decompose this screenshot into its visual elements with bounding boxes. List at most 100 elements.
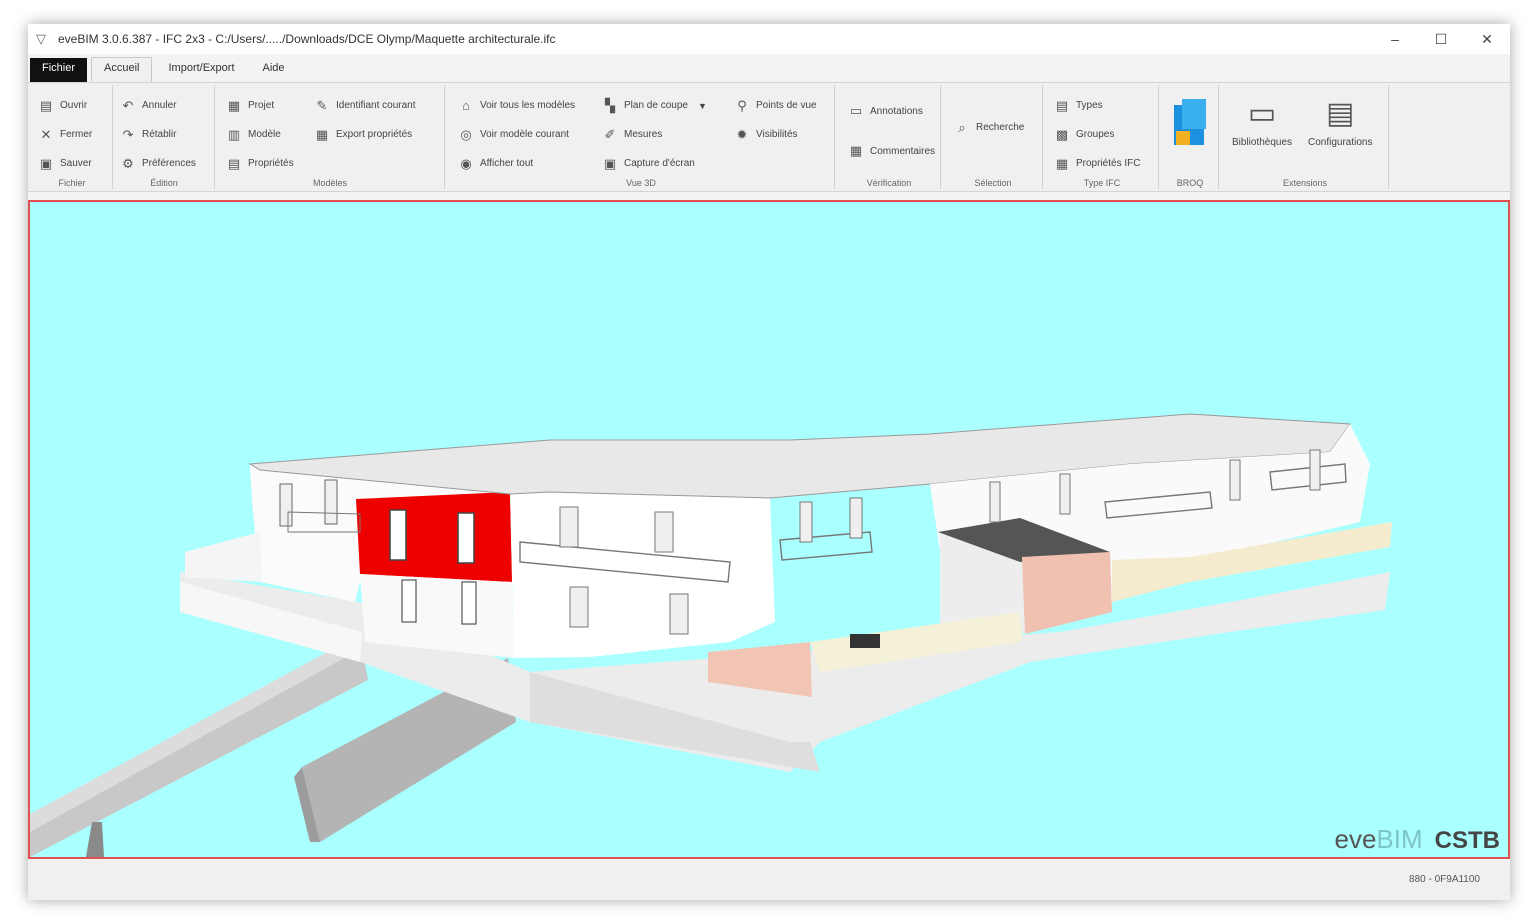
ribbon-group-extensions: ▭ Bibliothèques ▤ Configurations Extensi… [1222,85,1389,189]
ribbon-group-modeles: ▦ Projet ▥ Modèle ▤ Propriétés ✎ Identifiant… [216,85,445,189]
groups-button[interactable]: ▩ Groupes [1054,120,1140,149]
section-plane-button[interactable]: ▚ Plan de coupe ▼ [602,91,707,120]
undo-label: Annuler [142,100,177,111]
annotation-icon: ▭ [849,103,863,118]
screenshot-button[interactable]: ▣ Capture d'écran [602,149,707,178]
configurations-label: Configurations [1308,137,1373,148]
tab-fichier[interactable]: Fichier [30,58,88,82]
selected-element [356,492,512,582]
logo-bim-text: BIM [1376,824,1423,854]
tab-aide[interactable]: Aide [251,58,297,82]
visibility-icon: ✹ [736,126,748,142]
library-icon: ▭ [1247,96,1277,130]
export-properties-label: Export propriétés [336,129,413,140]
types-button[interactable]: ▤ Types [1054,91,1140,120]
target-icon: ◎ [460,126,472,142]
configuration-icon: ▤ [1326,96,1355,130]
ribbon-group-selection: ⌕ Recherche Sélection [944,85,1043,189]
search-button[interactable]: ⌕ Recherche [954,113,1024,142]
broq-button[interactable] [1170,97,1210,153]
comments-button[interactable]: ▦ Commentaires [848,131,935,171]
model-button[interactable]: ▥ Modèle [226,120,294,149]
measures-label: Mesures [624,129,663,140]
table-icon: ▥ [227,126,241,142]
ribbon-group-label: Fichier [58,178,86,188]
visibilities-label: Visibilités [756,129,798,140]
types-icon: ▤ [1055,97,1069,113]
ribbon-group-label: Extensions [1282,178,1328,188]
search-icon: ⌕ [958,119,966,135]
show-current-model-button[interactable]: ◎ Voir modèle courant [458,120,575,149]
viewpoints-label: Points de vue [756,100,817,111]
menu-bar: Fichier Accueil Import/Export Aide [28,56,1510,82]
ribbon: ▤ Ouvrir ✕ Fermer ▣ Sauver Fichier ↶ Annuler… [28,82,1510,192]
save-button[interactable]: ▣ Sauver [38,149,92,178]
ribbon-group-label: Édition [150,178,178,188]
project-button[interactable]: ▦ Projet [226,91,294,120]
redo-button[interactable]: ↷ Rétablir [120,120,196,149]
show-all-label: Afficher tout [480,158,534,169]
show-current-model-label: Voir modèle courant [480,129,569,140]
comment-icon: ▦ [849,143,863,158]
section-plane-label: Plan de coupe [624,100,688,111]
show-all-models-button[interactable]: ⌂ Voir tous les modèles [458,91,575,120]
status-text: 880 - 0F9A1100 [1409,874,1480,885]
ribbon-group-edition: ↶ Annuler ↷ Rétablir ⚙ Préférences Édition [114,85,215,189]
close-button[interactable]: ✕ [1464,24,1510,54]
ribbon-group-label: Type IFC [1083,178,1121,188]
ifc-properties-button[interactable]: ▦ Propriétés IFC [1054,149,1141,178]
status-bar: 880 - 0F9A1100 [28,860,1510,900]
export-icon: ▦ [315,126,329,142]
groups-label: Groupes [1076,129,1115,140]
building-model [30,413,1392,857]
location-pin-icon: ⚲ [737,97,747,113]
preferences-label: Préférences [142,158,196,169]
chevron-down-icon[interactable]: ▼ [698,101,707,111]
redo-icon: ↷ [122,126,134,142]
title-bar: ▽ eveBIM 3.0.6.387 - IFC 2x3 - C:/Users/… [28,24,1510,54]
camera-icon: ▣ [603,155,617,171]
current-id-label: Identifiant courant [336,100,416,111]
tab-import-export[interactable]: Import/Export [156,58,246,82]
export-properties-button[interactable]: ▦ Export propriétés [314,120,416,149]
logo-eve-text: eve [1334,824,1377,854]
folder-icon: ▤ [39,97,53,113]
document-icon: ▦ [227,97,241,113]
eye-icon: ◉ [460,155,472,171]
show-all-button[interactable]: ◉ Afficher tout [458,149,575,178]
evebim-cstb-logo: eveBIM CSTB [1335,824,1501,855]
app-logo-icon: ▽ [36,31,46,46]
close-file-label: Fermer [60,129,93,140]
libraries-label: Bibliothèques [1232,137,1293,148]
preferences-button[interactable]: ⚙ Préférences [120,149,196,178]
list-icon: ▤ [227,155,241,171]
save-label: Sauver [60,158,92,169]
close-file-button[interactable]: ✕ Fermer [38,120,93,149]
libraries-button[interactable]: ▭ Bibliothèques [1232,93,1293,149]
show-all-models-label: Voir tous les modèles [480,100,576,111]
current-id-button[interactable]: ✎ Identifiant courant [314,91,416,120]
maximize-button[interactable]: ☐ [1418,24,1464,54]
ribbon-group-label: BROQ [1176,178,1204,188]
measures-button[interactable]: ✐ Mesures [602,120,707,149]
undo-button[interactable]: ↶ Annuler [120,91,196,120]
ifc-properties-icon: ▦ [1055,155,1069,171]
ribbon-group-verification: ▭ Annotations ▦ Commentaires Vérification [838,85,941,189]
comments-label: Commentaires [870,145,936,157]
annotations-button[interactable]: ▭ Annotations [848,91,935,131]
gear-icon: ⚙ [122,155,134,171]
3d-viewport[interactable]: eveBIM CSTB [28,200,1510,859]
properties-button[interactable]: ▤ Propriétés [226,149,294,178]
configurations-button[interactable]: ▤ Configurations [1308,93,1373,149]
logo-cstb-text: CSTB [1434,827,1500,854]
open-button[interactable]: ▤ Ouvrir [38,91,92,120]
minimize-button[interactable]: – [1372,24,1418,54]
app-window: ▽ eveBIM 3.0.6.387 - IFC 2x3 - C:/Users/… [28,24,1510,900]
viewpoints-button[interactable]: ⚲ Points de vue [734,91,817,120]
ifc-properties-label: Propriétés IFC [1076,158,1141,169]
close-icon: ✕ [40,126,52,142]
tab-accueil[interactable]: Accueil [91,57,153,82]
ribbon-group-fichier: ▤ Ouvrir ✕ Fermer ▣ Sauver Fichier [32,85,113,189]
redo-label: Rétablir [142,129,177,140]
visibilities-button[interactable]: ✹ Visibilités [734,120,817,149]
